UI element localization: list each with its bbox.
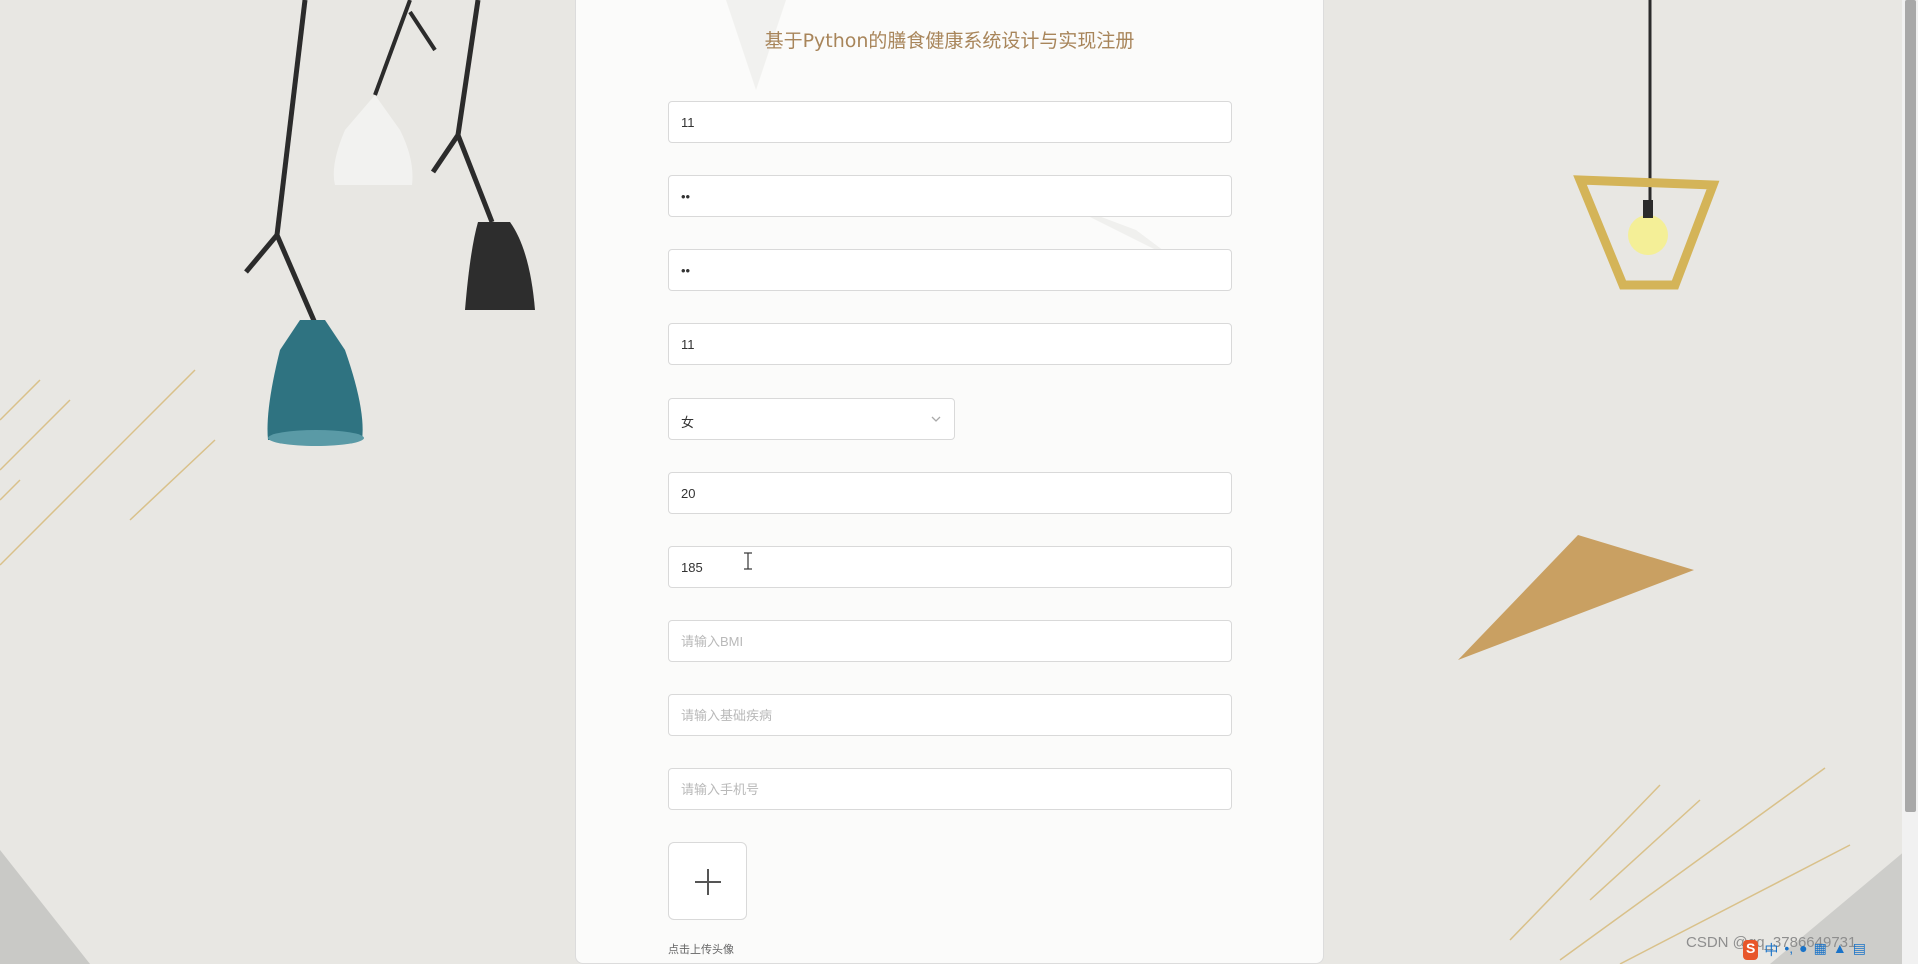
decorative-lines-left xyxy=(0,369,216,566)
gender-select[interactable]: 女 xyxy=(668,398,955,440)
bmi-input[interactable] xyxy=(668,620,1232,662)
name-input[interactable] xyxy=(668,323,1232,365)
keyboard-icon[interactable]: ▦ xyxy=(1814,940,1827,960)
username-input[interactable] xyxy=(668,101,1232,143)
phone-input[interactable] xyxy=(668,768,1232,810)
gender-selected-value: 女 xyxy=(681,416,695,431)
disease-input[interactable] xyxy=(668,694,1232,736)
chevron-down-icon xyxy=(931,416,941,422)
shirt-icon[interactable]: ▲ xyxy=(1833,940,1847,960)
punctuation-icon[interactable]: •, xyxy=(1784,940,1793,960)
pendant-lamps-illustration xyxy=(244,0,535,446)
ime-toolbar: S 中 •, ● ▦ ▲ ▤ xyxy=(1743,940,1866,960)
grid-icon[interactable]: ▤ xyxy=(1853,940,1866,960)
page-scrollbar[interactable] xyxy=(1902,0,1918,964)
confirm-password-input[interactable] xyxy=(668,249,1232,291)
page-title: 基于Python的膳食健康系统设计与实现注册 xyxy=(764,30,1135,52)
avatar-upload-button[interactable] xyxy=(668,842,747,920)
password-input[interactable] xyxy=(668,175,1232,217)
register-form-card: 基于Python的膳食健康系统设计与实现注册 女 点击上传头像 xyxy=(575,0,1324,964)
mic-icon[interactable]: ● xyxy=(1799,940,1807,960)
text-cursor-icon xyxy=(744,552,752,570)
grey-shape-left xyxy=(0,850,90,964)
gold-triangle xyxy=(1458,535,1694,660)
pendant-lamp-right xyxy=(1573,0,1720,290)
scrollbar-thumb[interactable] xyxy=(1905,0,1916,812)
input-method-logo-icon[interactable]: S xyxy=(1743,940,1759,960)
age-input[interactable] xyxy=(668,472,1232,514)
upload-hint: 点击上传头像 xyxy=(668,943,734,956)
plus-icon xyxy=(695,869,721,895)
chinese-mode-icon[interactable]: 中 xyxy=(1764,940,1778,960)
